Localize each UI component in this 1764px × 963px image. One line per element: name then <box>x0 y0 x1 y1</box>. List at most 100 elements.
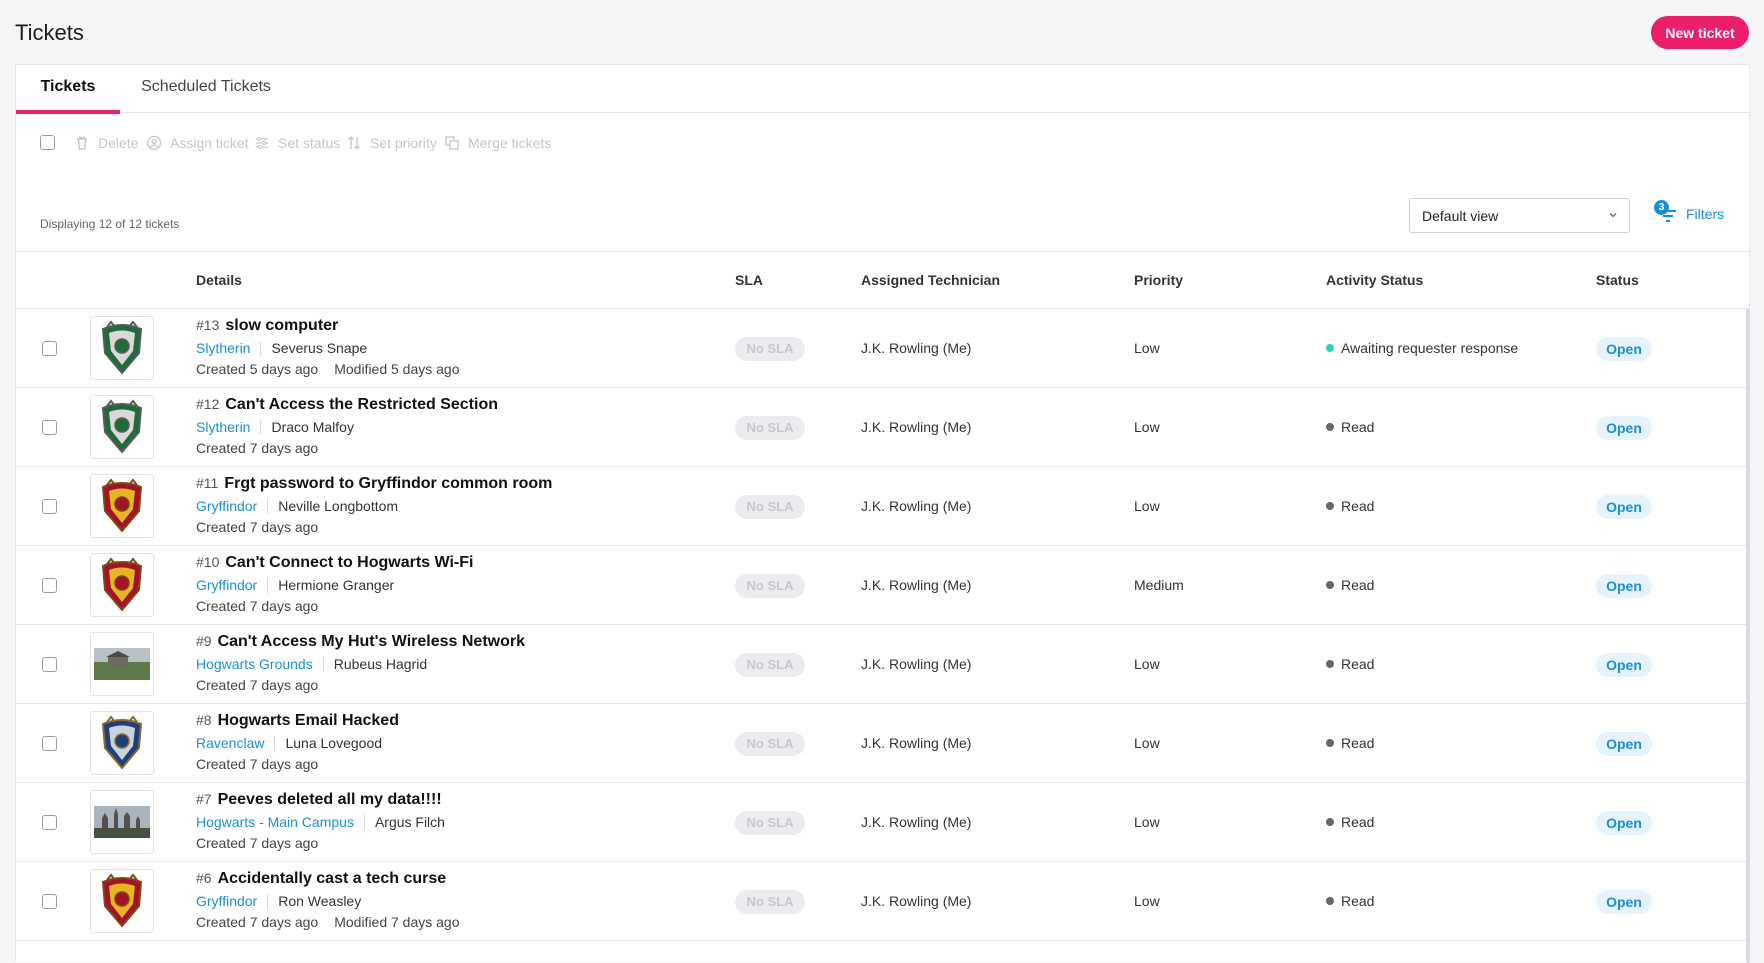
assign-ticket-action[interactable]: Assign ticket <box>146 135 249 151</box>
site-link[interactable]: Gryffindor <box>196 577 257 593</box>
sla-badge: No SLA <box>735 495 805 519</box>
status-badge[interactable]: Open <box>1596 416 1652 440</box>
row-checkbox[interactable] <box>42 420 57 435</box>
assigned-technician: J.K. Rowling (Me) <box>861 498 972 514</box>
tab-scheduled-tickets[interactable]: Scheduled Tickets <box>134 65 278 113</box>
row-checkbox[interactable] <box>42 499 57 514</box>
table-row[interactable]: #13 slow computer Slytherin Severus Snape … <box>16 309 1749 388</box>
select-all-checkbox[interactable] <box>40 135 55 150</box>
activity-label: Read <box>1341 656 1375 672</box>
site-link[interactable]: Hogwarts Grounds <box>196 656 313 672</box>
activity-dot-icon <box>1326 897 1334 905</box>
ticket-details: #9 Can't Access My Hut's Wireless Network… <box>196 633 525 693</box>
row-checkbox[interactable] <box>42 815 57 830</box>
requester-name: Hermione Granger <box>278 577 395 593</box>
set-priority-label: Set priority <box>370 135 437 151</box>
activity-label: Read <box>1341 893 1375 909</box>
created-time: Created 7 days ago <box>196 598 319 614</box>
requester-name: Rubeus Hagrid <box>333 656 428 672</box>
column-sla[interactable]: SLA <box>735 272 763 288</box>
requester-name: Argus Filch <box>374 814 445 830</box>
ticket-number: #12 <box>196 396 220 412</box>
delete-action[interactable]: Delete <box>74 135 138 151</box>
table-row[interactable]: #10 Can't Connect to Hogwarts Wi-Fi Gryff… <box>16 546 1749 625</box>
sla-badge: No SLA <box>735 337 805 361</box>
ticket-details: #8 Hogwarts Email Hacked Ravenclaw Luna Lo… <box>196 712 399 772</box>
ticket-subject[interactable]: Can't Access My Hut's Wireless Network <box>218 633 525 650</box>
site-link[interactable]: Ravenclaw <box>196 735 264 751</box>
table-row[interactable]: #11 Frgt password to Gryffindor common ro… <box>16 467 1749 546</box>
ticket-number: #9 <box>196 633 212 649</box>
gryffindor-crest-thumbnail <box>90 869 154 933</box>
set-status-action[interactable]: Set status <box>254 135 340 151</box>
assigned-technician: J.K. Rowling (Me) <box>861 893 972 909</box>
ticket-number: #8 <box>196 712 212 728</box>
filters-button[interactable]: 3 Filters <box>1654 200 1724 223</box>
ticket-number: #6 <box>196 870 212 886</box>
site-link[interactable]: Slytherin <box>196 419 250 435</box>
row-checkbox[interactable] <box>42 736 57 751</box>
merge-tickets-action[interactable]: Merge tickets <box>444 135 551 151</box>
activity-label: Read <box>1341 814 1375 830</box>
ticket-subject[interactable]: Can't Connect to Hogwarts Wi-Fi <box>225 554 473 571</box>
delete-label: Delete <box>98 135 139 151</box>
table-row[interactable]: #6 Accidentally cast a tech curse Gryffin… <box>16 862 1749 941</box>
table-row[interactable]: #7 Peeves deleted all my data!!!! Hogwart… <box>16 783 1749 862</box>
activity-dot-icon <box>1326 739 1334 747</box>
table-row[interactable]: #9 Can't Access My Hut's Wireless Network… <box>16 625 1749 704</box>
view-select[interactable]: Default view <box>1409 198 1630 233</box>
ticket-number: #13 <box>196 317 220 333</box>
table-header: Details SLA Assigned Technician Priority… <box>16 252 1749 309</box>
row-checkbox[interactable] <box>42 341 57 356</box>
ticket-subject[interactable]: Can't Access the Restricted Section <box>225 396 498 413</box>
ticket-subject[interactable]: Peeves deleted all my data!!!! <box>218 791 442 808</box>
column-details[interactable]: Details <box>196 272 242 288</box>
user-circle-icon <box>146 135 162 151</box>
row-checkbox[interactable] <box>42 657 57 672</box>
created-time: Created 7 days ago <box>196 756 319 772</box>
activity-status: Read <box>1326 814 1374 830</box>
row-checkbox[interactable] <box>42 578 57 593</box>
status-badge[interactable]: Open <box>1596 890 1652 914</box>
column-status[interactable]: Status <box>1596 272 1639 288</box>
merge-icon <box>445 136 459 150</box>
table-row[interactable]: #8 Hogwarts Email Hacked Ravenclaw Luna Lo… <box>16 704 1749 783</box>
assigned-technician: J.K. Rowling (Me) <box>861 814 972 830</box>
status-badge[interactable]: Open <box>1596 732 1652 756</box>
new-ticket-button[interactable]: New ticket <box>1651 16 1749 49</box>
status-badge[interactable]: Open <box>1596 337 1652 361</box>
site-link[interactable]: Gryffindor <box>196 893 257 909</box>
row-checkbox[interactable] <box>42 894 57 909</box>
site-link[interactable]: Hogwarts - Main Campus <box>196 814 354 830</box>
assigned-technician: J.K. Rowling (Me) <box>861 656 972 672</box>
activity-dot-icon <box>1326 660 1334 668</box>
sla-badge: No SLA <box>735 416 805 440</box>
ticket-number: #11 <box>196 475 219 491</box>
created-time: Created 7 days ago <box>196 835 319 851</box>
requester-name: Severus Snape <box>271 340 368 356</box>
site-link[interactable]: Slytherin <box>196 340 250 356</box>
priority-value: Low <box>1134 656 1160 672</box>
ticket-subject[interactable]: Frgt password to Gryffindor common room <box>224 475 552 492</box>
column-activity-status[interactable]: Activity Status <box>1326 272 1423 288</box>
status-badge[interactable]: Open <box>1596 574 1652 598</box>
table-row[interactable]: #12 Can't Access the Restricted Section S… <box>16 388 1749 467</box>
set-priority-action[interactable]: Set priority <box>346 135 437 151</box>
column-technician[interactable]: Assigned Technician <box>861 272 1000 288</box>
activity-label: Read <box>1341 498 1375 514</box>
status-badge[interactable]: Open <box>1596 495 1652 519</box>
ticket-subject[interactable]: slow computer <box>225 317 338 334</box>
ticket-details: #11 Frgt password to Gryffindor common ro… <box>196 475 552 535</box>
site-link[interactable]: Gryffindor <box>196 498 257 514</box>
sla-badge: No SLA <box>735 653 805 677</box>
ticket-subject[interactable]: Hogwarts Email Hacked <box>218 712 399 729</box>
status-badge[interactable]: Open <box>1596 811 1652 835</box>
scrollbar[interactable] <box>1746 309 1750 963</box>
status-badge[interactable]: Open <box>1596 653 1652 677</box>
activity-status: Read <box>1326 656 1374 672</box>
column-priority[interactable]: Priority <box>1134 272 1183 288</box>
tab-tickets[interactable]: Tickets <box>16 65 120 114</box>
ticket-subject[interactable]: Accidentally cast a tech curse <box>218 870 447 887</box>
display-count: Displaying 12 of 12 tickets <box>40 217 180 231</box>
tickets-card: Tickets Scheduled Tickets Delete Assign … <box>15 64 1750 963</box>
